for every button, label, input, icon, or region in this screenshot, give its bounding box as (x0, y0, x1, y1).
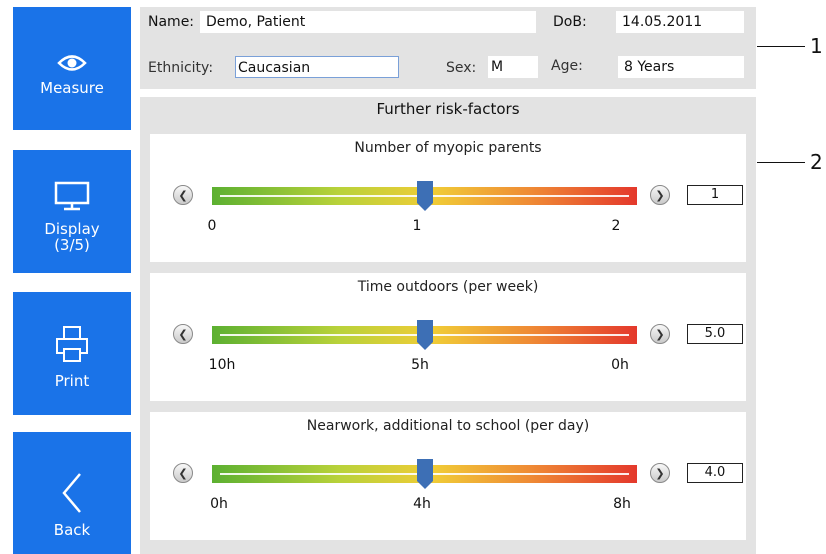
callout-number: 1 (810, 34, 823, 58)
slider-value-field[interactable]: 1 (687, 185, 743, 205)
dob-field[interactable]: 14.05.2011 (616, 11, 744, 33)
sex-label: Sex: (446, 60, 477, 76)
slider-value-field[interactable]: 5.0 (687, 324, 743, 344)
increase-button[interactable]: ❯ (650, 463, 670, 483)
tick-label: 0h (611, 357, 629, 373)
increase-button[interactable]: ❯ (650, 185, 670, 205)
name-field[interactable]: Demo, Patient (200, 11, 536, 33)
display-button[interactable]: Display (3/5) (13, 150, 131, 273)
decrease-button[interactable]: ❮ (173, 324, 193, 344)
decrease-button[interactable]: ❮ (173, 463, 193, 483)
slider-title: Number of myopic parents (354, 140, 542, 156)
ethnicity-field[interactable]: Caucasian (235, 56, 399, 78)
tick-label: 8h (613, 496, 631, 512)
slider-title: Nearwork, additional to school (per day) (306, 418, 590, 434)
slider-handle[interactable] (416, 181, 433, 211)
callout-line (757, 46, 805, 47)
chevron-left-icon (60, 472, 84, 514)
print-label: Print (54, 372, 90, 390)
myopic-parents-card: Number of myopic parents ❮ ❯ 1 0 1 2 (150, 134, 746, 262)
callout-line (757, 162, 805, 163)
dob-label: DoB: (553, 14, 587, 30)
eye-icon (57, 52, 87, 74)
measure-button[interactable]: Measure (13, 7, 131, 130)
tick-label: 5h (411, 357, 429, 373)
printer-icon (55, 325, 89, 365)
nearwork-card: Nearwork, additional to school (per day)… (150, 412, 746, 540)
slider-title: Time outdoors (per week) (357, 279, 539, 295)
tick-label: 1 (412, 218, 422, 234)
patient-header: Name: Demo, Patient DoB: 14.05.2011 Ethn… (140, 7, 756, 89)
tick-label: 0h (210, 496, 228, 512)
risk-factors-panel: Further risk-factors Number of myopic pa… (140, 97, 756, 554)
tick-label: 4h (413, 496, 431, 512)
name-label: Name: (148, 14, 195, 30)
age-field[interactable]: 8 Years (618, 56, 744, 78)
tick-label: 10h (208, 357, 236, 373)
print-button[interactable]: Print (13, 292, 131, 415)
back-label: Back (53, 521, 91, 539)
risk-factors-title: Further risk-factors (376, 100, 520, 118)
sex-field[interactable]: M (488, 56, 538, 78)
age-label: Age: (551, 58, 583, 74)
monitor-icon (54, 181, 90, 211)
slider-handle[interactable] (416, 459, 433, 489)
increase-button[interactable]: ❯ (650, 324, 670, 344)
time-outdoors-card: Time outdoors (per week) ❮ ❯ 5.0 10h 5h … (150, 273, 746, 401)
back-button[interactable]: Back (13, 432, 131, 554)
decrease-button[interactable]: ❮ (173, 185, 193, 205)
ethnicity-label: Ethnicity: (148, 60, 214, 76)
display-label: Display (3/5) (44, 220, 100, 254)
slider-value-field[interactable]: 4.0 (687, 463, 743, 483)
slider-handle[interactable] (416, 320, 433, 350)
tick-label: 2 (611, 218, 621, 234)
measure-label: Measure (40, 79, 104, 97)
tick-label: 0 (207, 218, 217, 234)
callout-number: 2 (810, 150, 823, 174)
